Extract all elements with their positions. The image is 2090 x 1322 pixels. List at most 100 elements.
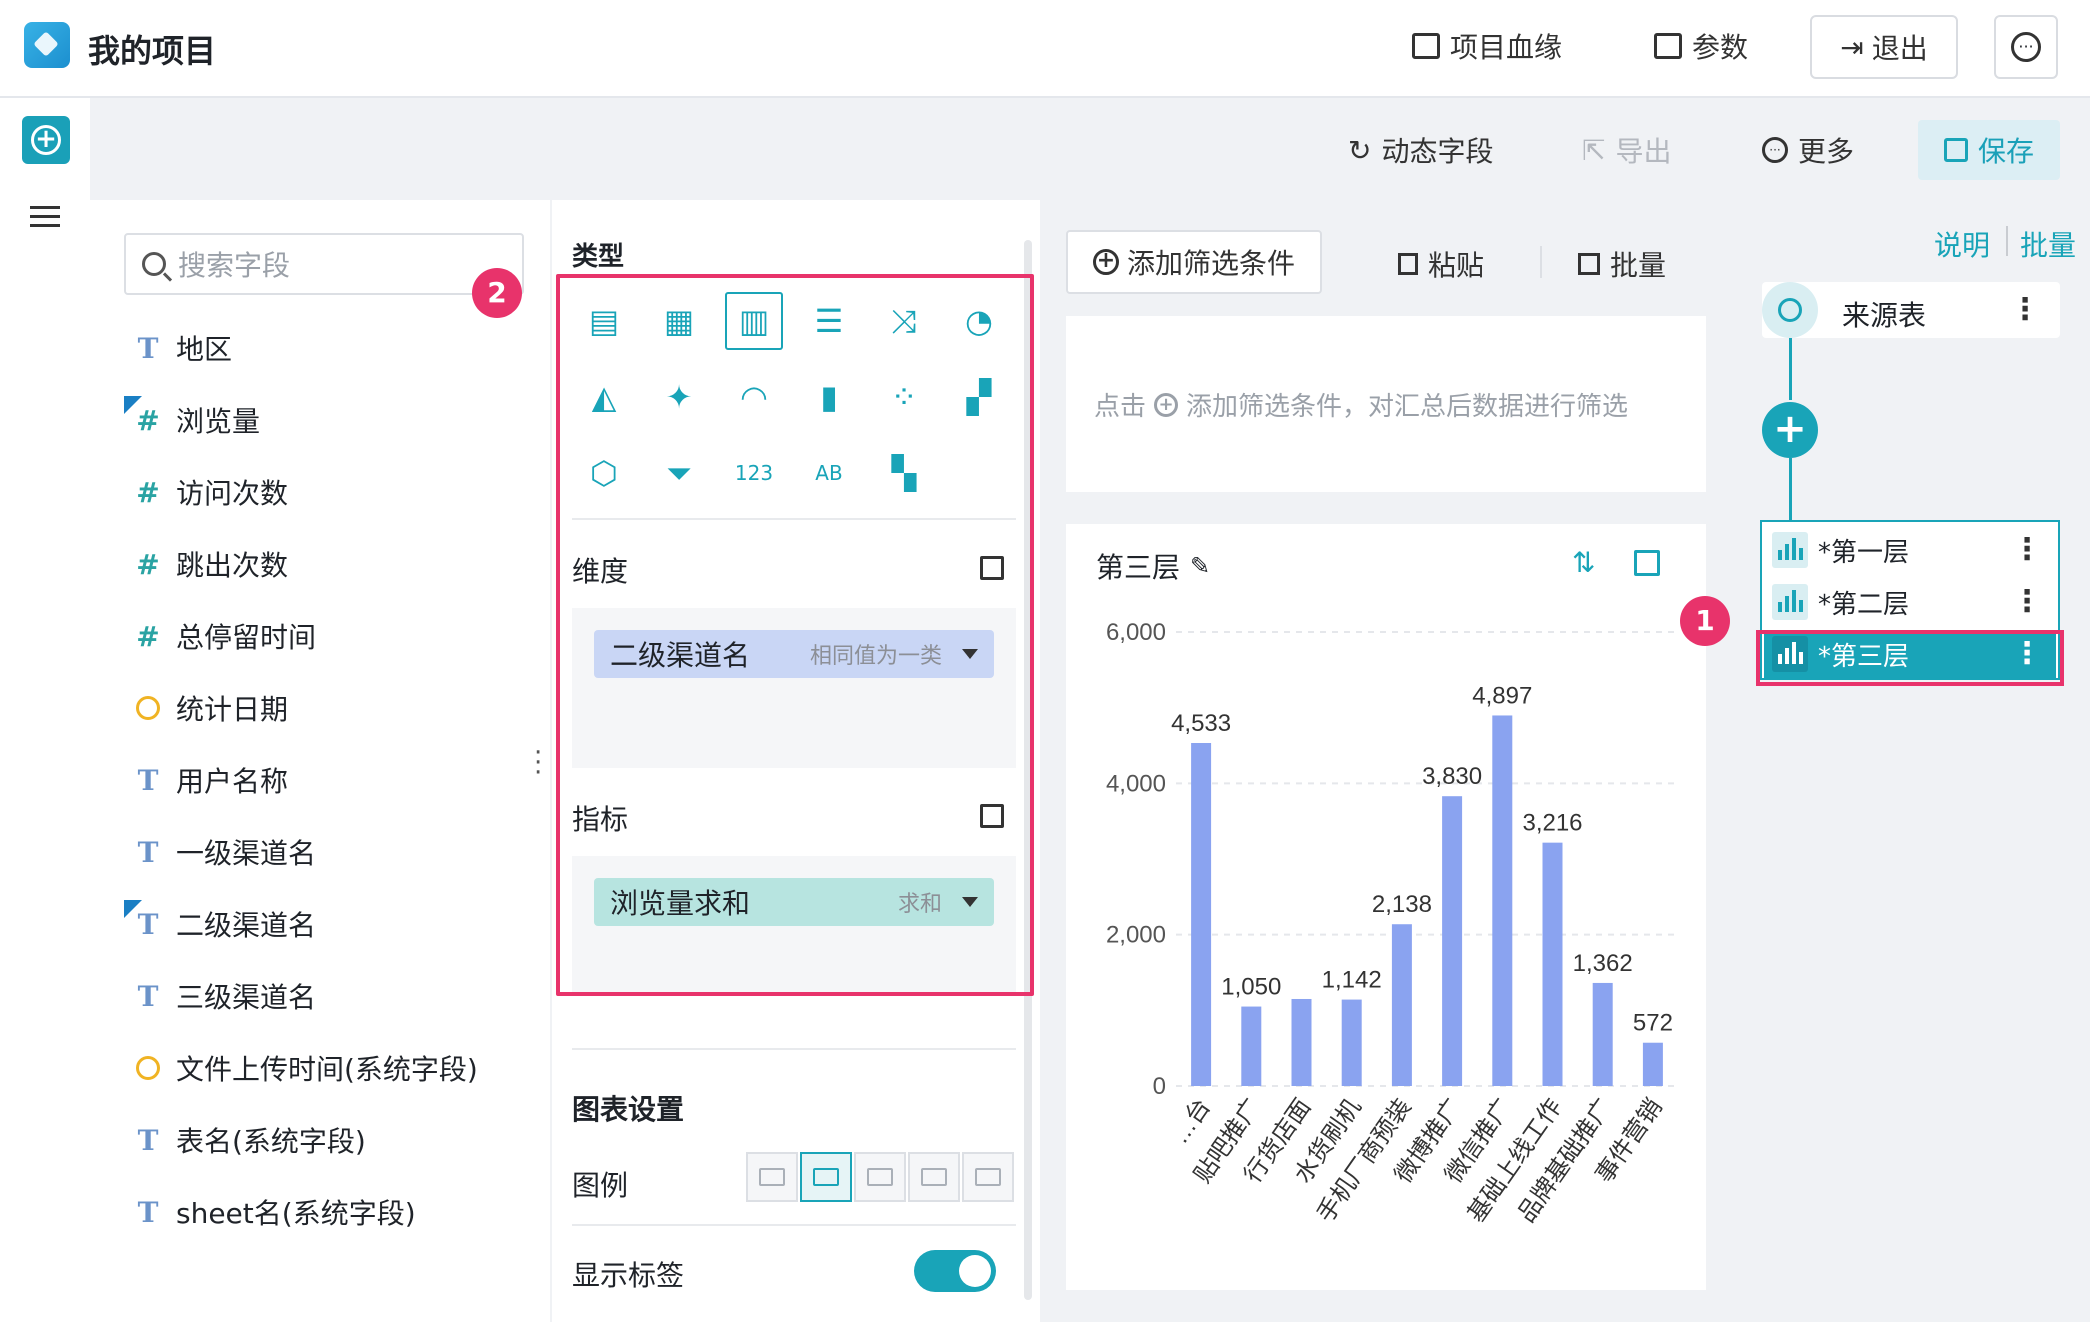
edit-pen-icon[interactable]: ✎ bbox=[1190, 552, 1210, 580]
legend-option-bottom[interactable] bbox=[962, 1152, 1014, 1202]
more-menu-button[interactable]: ··· bbox=[1994, 15, 2058, 79]
pie-chart-icon[interactable]: ◔ bbox=[950, 292, 1008, 350]
number-type-icon: # bbox=[124, 395, 162, 437]
panel-resize-handle[interactable]: · · · bbox=[534, 740, 542, 786]
field-item[interactable]: # 访问次数 bbox=[134, 472, 288, 512]
bar bbox=[1492, 715, 1513, 1086]
field-item[interactable]: T 表名(系统字段) bbox=[134, 1120, 366, 1160]
horizontal-bar-icon[interactable]: ☰ bbox=[800, 292, 858, 350]
bar-chart-icon bbox=[1772, 532, 1808, 568]
kpi-number-icon[interactable]: 123 bbox=[725, 444, 783, 502]
field-item[interactable]: Tsheet名(系统字段) bbox=[134, 1192, 416, 1232]
fullscreen-icon[interactable] bbox=[1634, 550, 1660, 576]
word-cloud-icon[interactable]: AB bbox=[800, 444, 858, 502]
search-field-input[interactable]: 搜索字段 bbox=[124, 233, 524, 295]
legend-option-left[interactable] bbox=[854, 1152, 906, 1202]
number-type-icon: # bbox=[136, 547, 160, 581]
params-button[interactable]: 参数 bbox=[1654, 26, 1748, 66]
divider bbox=[572, 518, 1016, 520]
x-tick-label: …台 bbox=[1166, 1094, 1216, 1149]
field-label: 表名(系统字段) bbox=[176, 1125, 366, 1158]
text-type-icon: T bbox=[137, 331, 159, 365]
paste-label: 粘贴 bbox=[1428, 249, 1485, 282]
field-item[interactable]: T 地区 bbox=[134, 328, 232, 368]
rail-add-button[interactable]: + bbox=[22, 116, 70, 164]
bulk-link[interactable]: 批量 bbox=[2020, 224, 2076, 264]
field-item[interactable]: # 浏览量 bbox=[124, 395, 260, 440]
text-type-icon: T bbox=[137, 763, 159, 797]
more-vertical-icon[interactable]: ⋮ bbox=[2012, 587, 2042, 617]
heatmap-icon[interactable]: ▚ bbox=[875, 444, 933, 502]
bar-chart-icon[interactable]: ▥ bbox=[725, 292, 783, 350]
exit-icon: ⇥ bbox=[1840, 30, 1864, 64]
layer-item[interactable]: *第一层 ⋮ bbox=[1764, 526, 2056, 574]
field-item[interactable]: 文件上传时间(系统字段) bbox=[134, 1048, 478, 1088]
more-vertical-icon[interactable]: ⋮ bbox=[2010, 295, 2040, 325]
more-circle-icon: ··· bbox=[1762, 137, 1788, 163]
show-label-toggle[interactable] bbox=[914, 1250, 996, 1292]
add-filter-label: 添加筛选条件 bbox=[1126, 247, 1295, 280]
chart-title: 第三层 bbox=[1096, 551, 1181, 584]
chart-settings-label: 图表设置 bbox=[572, 1093, 685, 1126]
bar-chart: 02,0004,0006,0004,533…台1,050贴吧推广行货店面1,14… bbox=[1106, 619, 1678, 1227]
bar bbox=[1241, 1006, 1262, 1086]
dimension-expand-icon[interactable] bbox=[980, 556, 1004, 580]
more-vertical-icon[interactable]: ⋮ bbox=[2012, 535, 2042, 565]
field-item[interactable]: T 一级渠道名 bbox=[134, 832, 316, 872]
metric-pill[interactable]: 浏览量求和 求和 bbox=[594, 878, 994, 926]
area-chart-icon[interactable]: ◭ bbox=[575, 368, 633, 426]
legend-option-none[interactable] bbox=[746, 1152, 798, 1202]
explain-link[interactable]: 说明 bbox=[1934, 224, 1990, 264]
rail-outline-button[interactable] bbox=[30, 206, 60, 230]
save-icon bbox=[1943, 138, 1968, 162]
paste-button[interactable]: 粘贴 bbox=[1398, 244, 1484, 284]
gauge-icon[interactable]: ◠ bbox=[725, 368, 783, 426]
add-layer-button[interactable]: + bbox=[1762, 402, 1818, 458]
field-label: 文件上传时间(系统字段) bbox=[176, 1053, 478, 1086]
dynamic-field-label: 动态字段 bbox=[1381, 135, 1494, 168]
y-tick-label: 6,000 bbox=[1106, 619, 1166, 646]
cross-table-icon[interactable]: ▦ bbox=[650, 292, 708, 350]
legend-option-right[interactable] bbox=[800, 1152, 852, 1202]
field-item[interactable]: T 三级渠道名 bbox=[134, 976, 316, 1016]
combo-line-icon[interactable]: ⤨ bbox=[875, 292, 933, 350]
metric-expand-icon[interactable] bbox=[980, 804, 1004, 828]
treemap-icon[interactable]: ▞ bbox=[950, 368, 1008, 426]
more-dots-icon: ··· bbox=[2011, 32, 2041, 62]
layer-item[interactable]: *第二层 ⋮ bbox=[1764, 578, 2056, 626]
bar-chart-icon bbox=[1772, 584, 1808, 620]
chevron-down-icon[interactable] bbox=[962, 649, 978, 659]
field-item[interactable]: T 二级渠道名 bbox=[124, 899, 316, 944]
number-type-icon: # bbox=[136, 619, 160, 653]
save-button[interactable]: 保存 bbox=[1918, 120, 2060, 180]
dynamic-field-button[interactable]: ↻ 动态字段 bbox=[1348, 130, 1493, 170]
page-title: 我的项目 bbox=[88, 32, 217, 70]
export-button[interactable]: ⇱ 导出 bbox=[1582, 130, 1671, 170]
more-button[interactable]: ··· 更多 bbox=[1762, 130, 1854, 170]
table-icon[interactable]: ▤ bbox=[575, 292, 633, 350]
radar-icon[interactable]: ⬡ bbox=[575, 444, 633, 502]
field-item[interactable]: T 用户名称 bbox=[134, 760, 288, 800]
field-item[interactable]: 统计日期 bbox=[134, 688, 288, 728]
funnel-icon[interactable]: ⏷ bbox=[650, 444, 708, 502]
chevron-down-icon[interactable] bbox=[962, 897, 978, 907]
field-label: 一级渠道名 bbox=[176, 837, 317, 870]
bar-value-label: 572 bbox=[1633, 1010, 1673, 1037]
field-item[interactable]: # 跳出次数 bbox=[134, 544, 288, 584]
dimension-pill[interactable]: 二级渠道名 相同值为一类 bbox=[594, 630, 994, 678]
add-filter-button[interactable]: + 添加筛选条件 bbox=[1066, 230, 1322, 294]
project-lineage-button[interactable]: 项目血缘 bbox=[1412, 26, 1562, 66]
batch-button[interactable]: 批量 bbox=[1578, 244, 1666, 284]
sort-icon[interactable]: ⇅ bbox=[1572, 546, 1595, 579]
legend-option-top[interactable] bbox=[908, 1152, 960, 1202]
metric-pill-label: 浏览量求和 bbox=[610, 887, 751, 920]
exit-button[interactable]: ⇥ 退出 bbox=[1810, 15, 1958, 79]
field-item[interactable]: # 总停留时间 bbox=[134, 616, 316, 656]
stacked-bar-icon[interactable]: ▮ bbox=[800, 368, 858, 426]
bar bbox=[1642, 1042, 1663, 1086]
map-icon[interactable]: ✦ bbox=[650, 368, 708, 426]
scatter-icon[interactable]: ⁘ bbox=[875, 368, 933, 426]
plus-circle-icon: + bbox=[1154, 392, 1179, 417]
chart-type-label: 类型 bbox=[572, 242, 625, 272]
layer-label: *第二层 bbox=[1818, 589, 1910, 620]
